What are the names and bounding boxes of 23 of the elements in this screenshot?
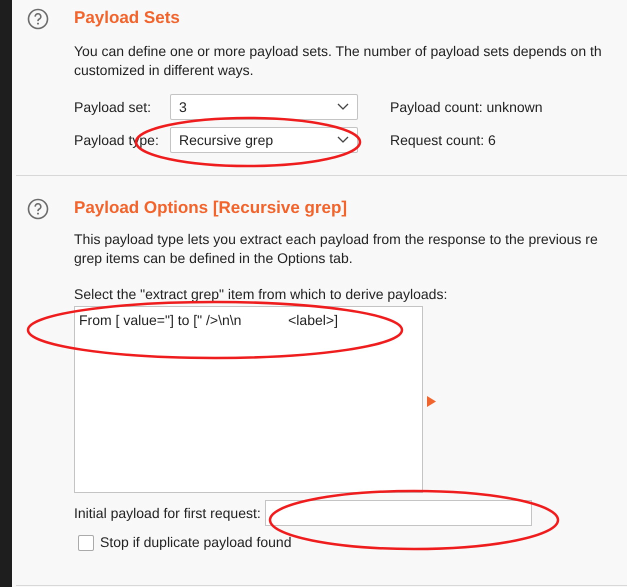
list-label: Select the "extract grep" item from which to derive payloads: <box>74 285 448 304</box>
grep-item-list[interactable]: From [ value="] to [" />\n\n <label>] <box>74 306 423 493</box>
field-label: Initial payload for first request: <box>74 504 261 523</box>
description-text: You can define one or more payload sets. The number of payload sets depends on th <box>74 42 602 61</box>
description-text: customized in different ways. <box>74 61 254 80</box>
checkbox[interactable] <box>78 534 94 550</box>
info-text: Request count: 6 <box>390 130 496 150</box>
chevron-down-icon <box>337 103 349 111</box>
chevron-down-icon <box>337 136 349 144</box>
help-icon[interactable] <box>27 198 49 220</box>
help-icon[interactable] <box>27 8 49 30</box>
field-label: Payload set: <box>74 98 152 117</box>
dropdown[interactable]: 3 <box>170 94 358 120</box>
description-text: grep items can be defined in the Options tab. <box>74 249 354 268</box>
info-text: Payload count: unknown <box>390 98 543 117</box>
triangle-right-icon[interactable] <box>427 396 436 407</box>
initial-payload-field[interactable] <box>264 500 532 526</box>
list-item[interactable]: From [ value="] to [" />\n\n <label>] <box>75 310 422 331</box>
section-title: Payload Options [Recursive grep] <box>74 198 348 218</box>
dropdown[interactable]: Recursive grep <box>170 127 358 153</box>
section-title: Payload Sets <box>74 8 181 28</box>
description-text: This payload type lets you extract each payload from the response to the previous re <box>74 230 598 249</box>
checkbox-label: Stop if duplicate payload found <box>100 533 292 552</box>
